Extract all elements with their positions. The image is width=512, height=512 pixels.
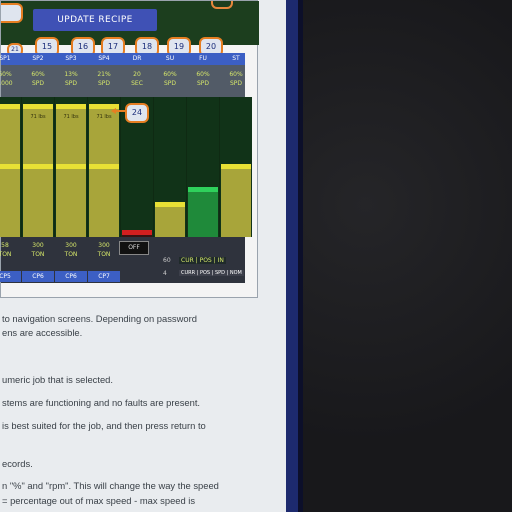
callout-tag-partial	[211, 1, 233, 9]
off-indicator[interactable]: OFF	[119, 241, 149, 255]
document-page: UPDATE RECIPE 15 16 17 18 19 20 21 SP1 SP…	[0, 0, 286, 512]
column-bottom-1: 58	[1, 242, 9, 249]
column-name: CP7	[88, 271, 120, 282]
bar-top	[0, 104, 20, 109]
column-label: SP2	[32, 55, 44, 62]
bar	[155, 202, 185, 237]
chart-column	[154, 97, 186, 237]
column-stat-2: SPD	[196, 80, 210, 87]
column-stat-1: 13%	[64, 71, 78, 78]
update-recipe-button[interactable]: UPDATE RECIPE	[33, 9, 157, 31]
bar	[0, 104, 20, 237]
callout-partial-left	[1, 3, 23, 23]
column-stat-1: 60%	[196, 71, 210, 78]
bar: 71 lbs	[56, 104, 86, 237]
doc-paragraph: ens are accessible.	[2, 327, 83, 338]
column-label: FU	[199, 55, 207, 62]
bar: 71 lbs	[23, 104, 53, 237]
chart-column: 71 lbs	[22, 97, 54, 237]
bar-label: 71 lbs	[63, 114, 79, 120]
bar: 71 lbs	[89, 104, 119, 237]
column-stat-2: SPD	[31, 80, 45, 87]
cursor-label-2: CURR | POS | SPD | NOM	[179, 270, 244, 276]
column-stat-2: SPD	[229, 80, 243, 87]
column-bottom-1: 300	[32, 242, 44, 249]
column-name: CP5	[0, 271, 21, 282]
column-label: SP3	[65, 55, 77, 62]
column-bottom-2: TON	[97, 251, 111, 258]
dark-background	[303, 0, 512, 512]
column-bottom-2: TON	[64, 251, 78, 258]
doc-paragraph: umeric job that is selected.	[2, 374, 113, 385]
bar	[122, 230, 152, 237]
cursor-label-1: CUR | POS | IN	[179, 257, 226, 264]
bar-top	[122, 230, 152, 235]
sp-panel: SP1 SP2 SP3 SP4 DR SU FU ST 60% 1000 60% SPD 13% SPD…	[0, 53, 252, 283]
chart-column	[220, 97, 252, 237]
doc-paragraph: = percentage out of max speed - max spee…	[2, 495, 196, 506]
column-name: CP6	[22, 271, 54, 282]
bar-top	[89, 164, 119, 169]
column-label: SP4	[98, 55, 110, 62]
column-stat-1: 60%	[229, 71, 243, 78]
doc-paragraph: stems are functioning and no faults are …	[2, 397, 201, 408]
bar-top	[0, 164, 20, 169]
bar-top	[23, 164, 53, 169]
bar-top	[56, 104, 86, 109]
chart-column	[187, 97, 219, 237]
column-stat-2: SPD	[163, 80, 177, 87]
chart-column: 71 lbs	[88, 97, 120, 237]
column-label-row: SP1 SP2 SP3 SP4 DR SU FU ST	[0, 53, 245, 65]
column-stat-1: 21%	[97, 71, 111, 78]
hmi-screenshot: UPDATE RECIPE 15 16 17 18 19 20 21 SP1 SP…	[0, 0, 259, 298]
column-stats-row: 60% 1000 60% SPD 13% SPD 21% SPD 20 SEC 60% SPD 60% S…	[0, 65, 245, 97]
column-bottom-row: OFF 60 CUR | POS | IN 4 CURR | POS | SPD…	[0, 237, 245, 283]
column-stat-2: 1000	[0, 80, 13, 87]
column-label: ST	[232, 55, 240, 62]
column-stat-1: 60%	[163, 71, 177, 78]
column-stat-2: SPD	[64, 80, 78, 87]
column-stat-2: SPD	[97, 80, 111, 87]
bar	[188, 187, 218, 237]
column-stat-2: SEC	[131, 80, 143, 87]
chart-column	[0, 97, 21, 237]
cursor-value-2: 4	[163, 270, 167, 277]
callout-24: 24	[125, 103, 149, 123]
column-name: CP6	[55, 271, 87, 282]
bar-top	[221, 164, 251, 169]
bar-label: 71 lbs	[30, 114, 46, 120]
column-bottom-1: 300	[98, 242, 110, 249]
doc-paragraph: is best suited for the job, and then pre…	[2, 420, 206, 431]
bar-top	[56, 164, 86, 169]
doc-paragraph: n "%" and "rpm". This will change the wa…	[2, 480, 219, 491]
bar	[221, 164, 251, 237]
callout-24-arrow	[111, 108, 125, 114]
chart-column: 71 lbs	[55, 97, 87, 237]
bar-top	[188, 187, 218, 192]
doc-paragraph: to navigation screens. Depending on pass…	[2, 313, 197, 324]
column-bottom-2: TON	[0, 251, 12, 258]
bar-chart-area: 71 lbs 71 lbs 71 lbs	[0, 97, 252, 237]
column-bottom-2: TON	[31, 251, 45, 258]
column-stat-1: 60%	[0, 71, 12, 78]
cursor-value-1: 60	[163, 257, 171, 264]
column-stat-1: 20	[133, 71, 141, 78]
column-label: SP1	[0, 55, 11, 62]
column-label: SU	[165, 55, 175, 62]
column-stat-1: 60%	[31, 71, 45, 78]
column-bottom-1: 300	[65, 242, 77, 249]
column-label: DR	[132, 55, 142, 62]
bar-top	[23, 104, 53, 109]
doc-paragraph: ecords.	[2, 458, 33, 469]
bar-top	[155, 202, 185, 207]
